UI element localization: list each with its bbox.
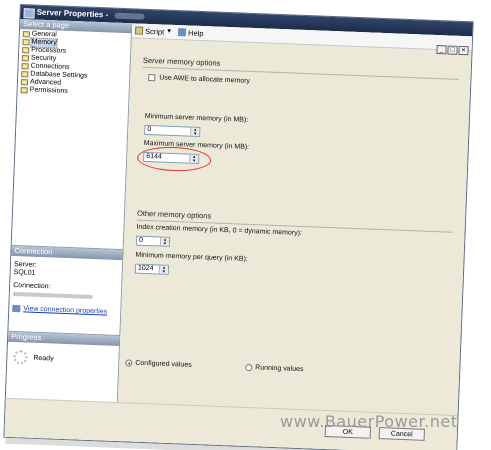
stepper-down-icon[interactable]: ▼ bbox=[191, 131, 199, 136]
help-label: Help bbox=[187, 27, 204, 38]
help-button[interactable]: Help bbox=[178, 28, 204, 38]
progress-spinner-icon bbox=[13, 350, 28, 365]
page-icon bbox=[21, 55, 30, 62]
min-server-memory-value: 0 bbox=[147, 125, 152, 134]
progress-row: Ready bbox=[7, 342, 119, 368]
server-properties-window: Server Properties - Select a page Genera… bbox=[3, 4, 474, 450]
close-button[interactable]: × bbox=[458, 45, 469, 56]
page-icon bbox=[22, 47, 30, 54]
min-memory-per-query-stepper[interactable]: 1024 ▲ ▼ bbox=[134, 263, 170, 275]
page-icon bbox=[21, 71, 29, 78]
redacted-server-name bbox=[114, 12, 145, 20]
page-icon bbox=[20, 79, 29, 86]
page-icon bbox=[22, 31, 30, 38]
index-creation-memory-value: 0 bbox=[138, 236, 144, 244]
min-server-memory-stepper[interactable]: 0 ▲ ▼ bbox=[144, 124, 201, 138]
progress-section: Progress Ready bbox=[6, 330, 120, 397]
page-icon bbox=[21, 63, 29, 70]
connection-section: Connection Server: SQL01 Connection: Vie… bbox=[9, 244, 123, 321]
connection-header: Connection bbox=[11, 245, 123, 261]
script-icon bbox=[134, 26, 144, 35]
view-connection-row: View connection properties bbox=[9, 304, 120, 316]
index-creation-memory-stepper[interactable]: 0 ▲ ▼ bbox=[135, 235, 171, 247]
window-title: Server Properties - bbox=[36, 7, 109, 20]
left-panel: Select a page General Memory Processors … bbox=[4, 19, 133, 442]
chevron-down-icon: ▼ bbox=[166, 28, 173, 35]
redacted-connection-value bbox=[12, 291, 93, 300]
script-label: Script bbox=[144, 26, 165, 37]
help-icon bbox=[178, 28, 187, 37]
stepper-down-icon[interactable]: ▼ bbox=[160, 269, 168, 274]
connection-properties-icon bbox=[12, 304, 21, 313]
page-icon bbox=[20, 87, 28, 94]
page-icon bbox=[22, 39, 30, 46]
window-app-icon bbox=[23, 8, 35, 19]
maximize-button[interactable]: □ bbox=[447, 45, 458, 55]
stepper-down-icon[interactable]: ▼ bbox=[161, 241, 169, 246]
minimize-button[interactable]: _ bbox=[436, 45, 447, 55]
progress-status: Ready bbox=[33, 354, 54, 363]
use-awe-checkbox[interactable] bbox=[148, 73, 156, 82]
page-list: General Memory Processors Security Conne… bbox=[18, 29, 131, 98]
watermark: www.BauerPower.net bbox=[280, 412, 458, 431]
script-button[interactable]: Script ▼ bbox=[134, 26, 173, 37]
window-controls: _ □ × bbox=[435, 45, 469, 56]
view-connection-properties-link[interactable]: View connection properties bbox=[23, 305, 107, 315]
min-memory-per-query-value: 1024 bbox=[137, 264, 154, 273]
